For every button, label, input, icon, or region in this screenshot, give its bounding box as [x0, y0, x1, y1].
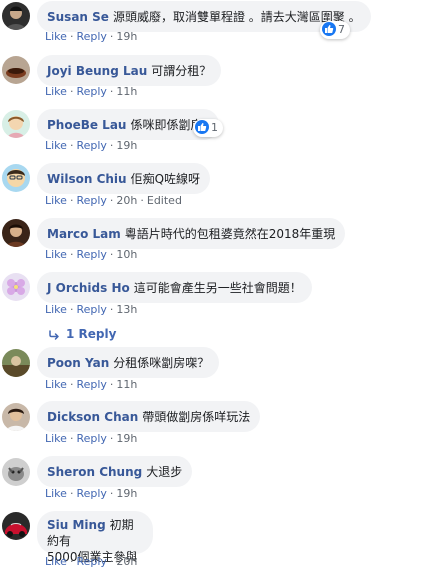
comment-actions: Like · Reply · 19h	[45, 487, 138, 500]
timestamp[interactable]: 19h	[116, 139, 137, 152]
like-button[interactable]: Like	[45, 303, 67, 316]
reply-button[interactable]: Reply	[76, 30, 106, 43]
comment-bubble: Dickson Chan 帶頭做劏房係咩玩法	[37, 401, 261, 432]
timestamp[interactable]: 13h	[116, 303, 137, 316]
thumbs-up-icon	[195, 120, 209, 134]
reply-button[interactable]: Reply	[76, 487, 106, 500]
thumbs-up-icon	[322, 22, 336, 36]
like-button[interactable]: Like	[45, 555, 67, 568]
author-name[interactable]: J Orchids Ho	[47, 281, 130, 295]
avatar[interactable]	[2, 2, 30, 30]
avatar[interactable]	[2, 349, 30, 377]
timestamp[interactable]: 19h	[116, 432, 137, 445]
comment-bubble: PhoeBe Lau 係咪即係劏房?	[37, 109, 219, 140]
comment-text: 帶頭做劏房係咩玩法	[142, 410, 251, 424]
reply-button[interactable]: Reply	[76, 432, 106, 445]
like-button[interactable]: Like	[45, 378, 67, 391]
author-name[interactable]: Poon Yan	[47, 356, 109, 370]
comment-bubble: Joyi Beung Lau 可謂分租？	[37, 55, 222, 86]
comment-text: 粵語片時代的包租婆竟然在2018年重現	[124, 227, 336, 241]
avatar[interactable]	[2, 403, 30, 431]
avatar[interactable]	[2, 164, 30, 192]
reply-arrow-icon	[49, 329, 59, 340]
reply-button[interactable]: Reply	[76, 303, 106, 316]
like-button[interactable]: Like	[45, 248, 67, 261]
comment-text: 大退步	[146, 465, 183, 479]
avatar[interactable]	[2, 56, 30, 84]
like-button[interactable]: Like	[45, 432, 67, 445]
comment-feed: Susan Se 源頭威廢，取消雙單程證 。請去大灣區圍聚 。 7 Like · Re…	[0, 0, 429, 575]
comment-actions: Like · Reply · 10h	[45, 248, 138, 261]
comment-actions: Like · Reply · 20h · Edited	[45, 194, 182, 207]
comment-actions: Like · Reply · 11h	[45, 85, 138, 98]
avatar[interactable]	[2, 512, 30, 540]
comment-bubble: Marco Lam 粵語片時代的包租婆竟然在2018年重現	[37, 218, 346, 249]
author-name[interactable]: Dickson Chan	[47, 410, 138, 424]
like-button[interactable]: Like	[45, 139, 67, 152]
timestamp[interactable]: 19h	[116, 487, 137, 500]
comment-bubble: J Orchids Ho 這可能會產生另一些社會問題！	[37, 272, 312, 303]
reply-button[interactable]: Reply	[76, 85, 106, 98]
comment-actions: Like · Reply · 19h	[45, 30, 138, 43]
reply-button[interactable]: Reply	[76, 378, 106, 391]
timestamp[interactable]: 20h	[116, 555, 137, 568]
author-name[interactable]: Siu Ming	[47, 518, 106, 532]
comment-text: 佢痴Q咗線呀	[130, 172, 201, 186]
comment-actions: Like · Reply · 19h	[45, 139, 138, 152]
reply-button[interactable]: Reply	[76, 194, 106, 207]
timestamp[interactable]: 20h	[116, 194, 137, 207]
timestamp[interactable]: 19h	[116, 30, 137, 43]
comment-text: 分租係咪劏房㗎？	[113, 356, 210, 370]
comment-actions: Like · Reply · 19h	[45, 432, 138, 445]
author-name[interactable]: Wilson Chiu	[47, 172, 127, 186]
avatar[interactable]	[2, 458, 30, 486]
avatar[interactable]	[2, 110, 30, 138]
author-name[interactable]: Joyi Beung Lau	[47, 64, 147, 78]
reply-button[interactable]: Reply	[76, 139, 106, 152]
like-button[interactable]: Like	[45, 194, 67, 207]
reply-button[interactable]: Reply	[76, 555, 106, 568]
reaction-count[interactable]: 7	[320, 21, 350, 39]
comment-actions: Like · Reply · 11h	[45, 378, 138, 391]
author-name[interactable]: PhoeBe Lau	[47, 118, 126, 132]
comment-bubble: Wilson Chiu 佢痴Q咗線呀	[37, 163, 211, 194]
comment-text: 這可能會產生另一些社會問題！	[133, 281, 302, 295]
timestamp[interactable]: 10h	[116, 248, 137, 261]
like-button[interactable]: Like	[45, 30, 67, 43]
timestamp[interactable]: 11h	[116, 378, 137, 391]
comment-bubble: Sheron Chung 大退步	[37, 456, 193, 487]
author-name[interactable]: Marco Lam	[47, 227, 121, 241]
author-name[interactable]: Sheron Chung	[47, 465, 142, 479]
comment-text: 可謂分租？	[151, 64, 212, 78]
reaction-count[interactable]: 1	[193, 119, 223, 137]
reply-button[interactable]: Reply	[76, 248, 106, 261]
like-button[interactable]: Like	[45, 487, 67, 500]
author-name[interactable]: Susan Se	[47, 10, 109, 24]
view-replies-link[interactable]: 1 Reply	[48, 327, 116, 341]
comment-bubble: Siu Ming 初期約有 5000個業主參與	[37, 511, 153, 564]
edited-label[interactable]: Edited	[147, 194, 182, 207]
comment-actions: Like · Reply · 13h	[45, 303, 138, 316]
avatar[interactable]	[2, 273, 30, 301]
timestamp[interactable]: 11h	[116, 85, 137, 98]
like-button[interactable]: Like	[45, 85, 67, 98]
comment-bubble: Poon Yan 分租係咪劏房㗎？	[37, 347, 220, 378]
comment-actions: Like · Reply · 20h	[45, 555, 138, 568]
avatar[interactable]	[2, 219, 30, 247]
